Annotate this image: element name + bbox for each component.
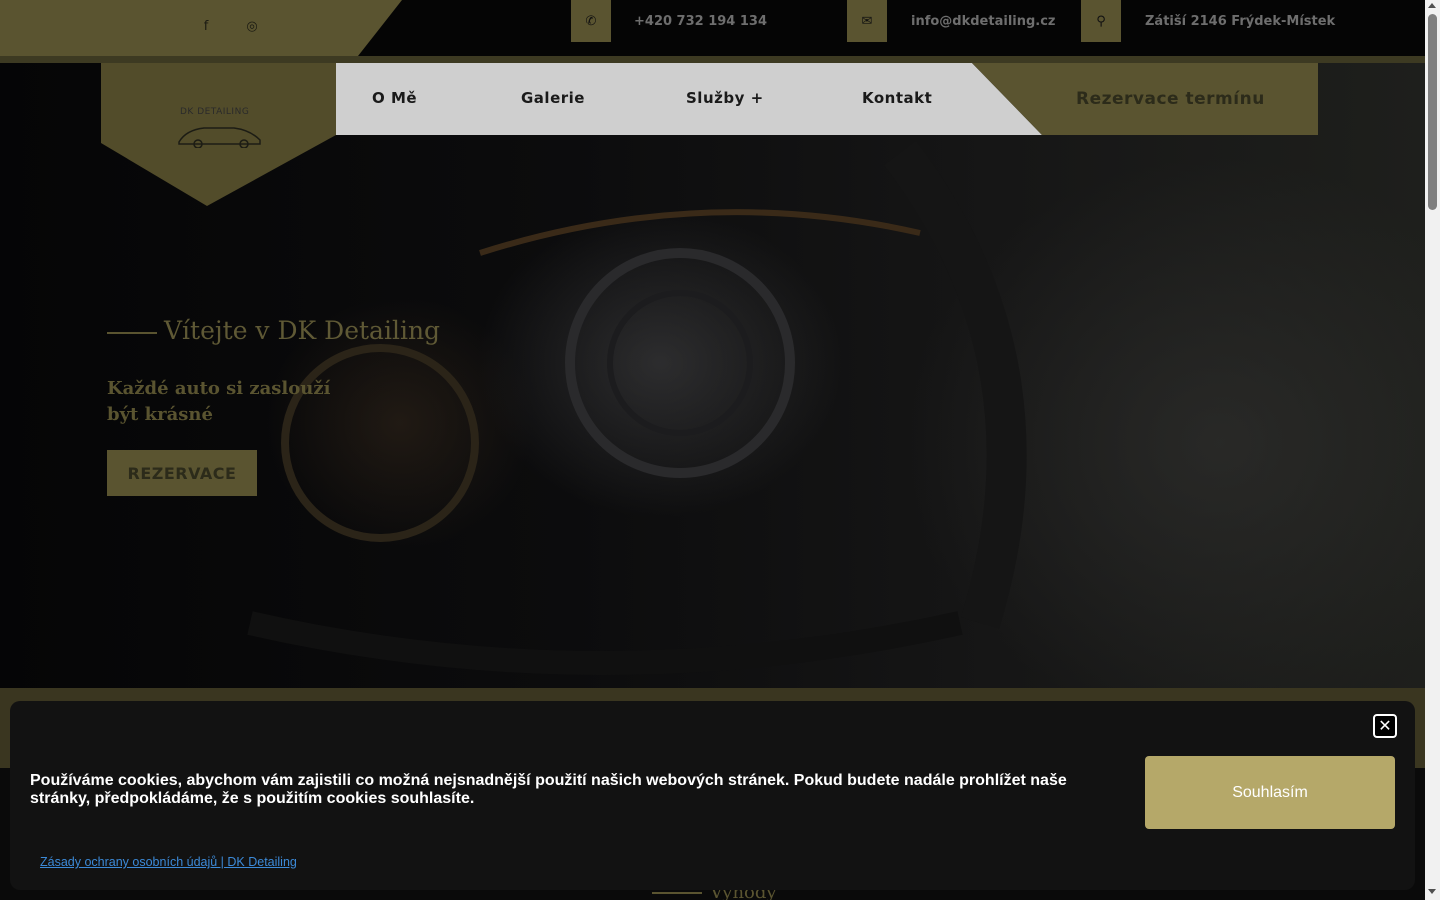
privacy-policy-link[interactable]: Zásady ochrany osobních údajů | DK Detai… xyxy=(40,855,297,869)
location-pin-icon: ⚲ xyxy=(1081,0,1121,42)
header-divider xyxy=(0,56,1425,63)
hero-title: Vítejte v DK Detailing xyxy=(164,316,441,345)
car-logo-icon xyxy=(178,127,261,148)
nav-item-kontakt[interactable]: Kontakt xyxy=(862,89,932,107)
accept-cookies-button[interactable]: Souhlasím xyxy=(1145,756,1395,829)
reservation-cta-button[interactable]: Rezervace termínu xyxy=(1076,89,1265,109)
hero-title-line xyxy=(107,332,157,334)
logo[interactable]: DK DETAILING xyxy=(180,107,249,117)
instagram-icon[interactable]: ◎ xyxy=(243,18,261,36)
scroll-down-arrow-icon[interactable] xyxy=(1428,889,1436,894)
nav-item-o-me[interactable]: O Mě xyxy=(372,89,417,107)
section-title-line xyxy=(652,892,702,894)
nav-item-galerie[interactable]: Galerie xyxy=(521,89,585,107)
phone-icon: ✆ xyxy=(571,0,611,42)
scroll-up-arrow-icon[interactable] xyxy=(1428,3,1436,8)
hero-reservation-button[interactable]: REZERVACE xyxy=(107,450,257,496)
address-text: Zátiší 2146 Frýdek-Místek xyxy=(1145,14,1336,29)
mail-icon: ✉ xyxy=(847,0,887,42)
facebook-icon[interactable]: f xyxy=(197,18,215,36)
cookie-message: Používáme cookies, abychom vám zajistili… xyxy=(30,772,1067,807)
nav-item-sluzby[interactable]: Služby + xyxy=(686,89,764,107)
hero-subtitle: Každé auto si zaslouží být krásné xyxy=(107,378,331,425)
close-icon[interactable]: ✕ xyxy=(1373,714,1397,738)
email-link[interactable]: info@dkdetailing.cz xyxy=(911,14,1056,29)
phone-number-link[interactable]: +420 732 194 134 xyxy=(634,14,767,29)
scrollbar-thumb[interactable] xyxy=(1428,14,1437,210)
